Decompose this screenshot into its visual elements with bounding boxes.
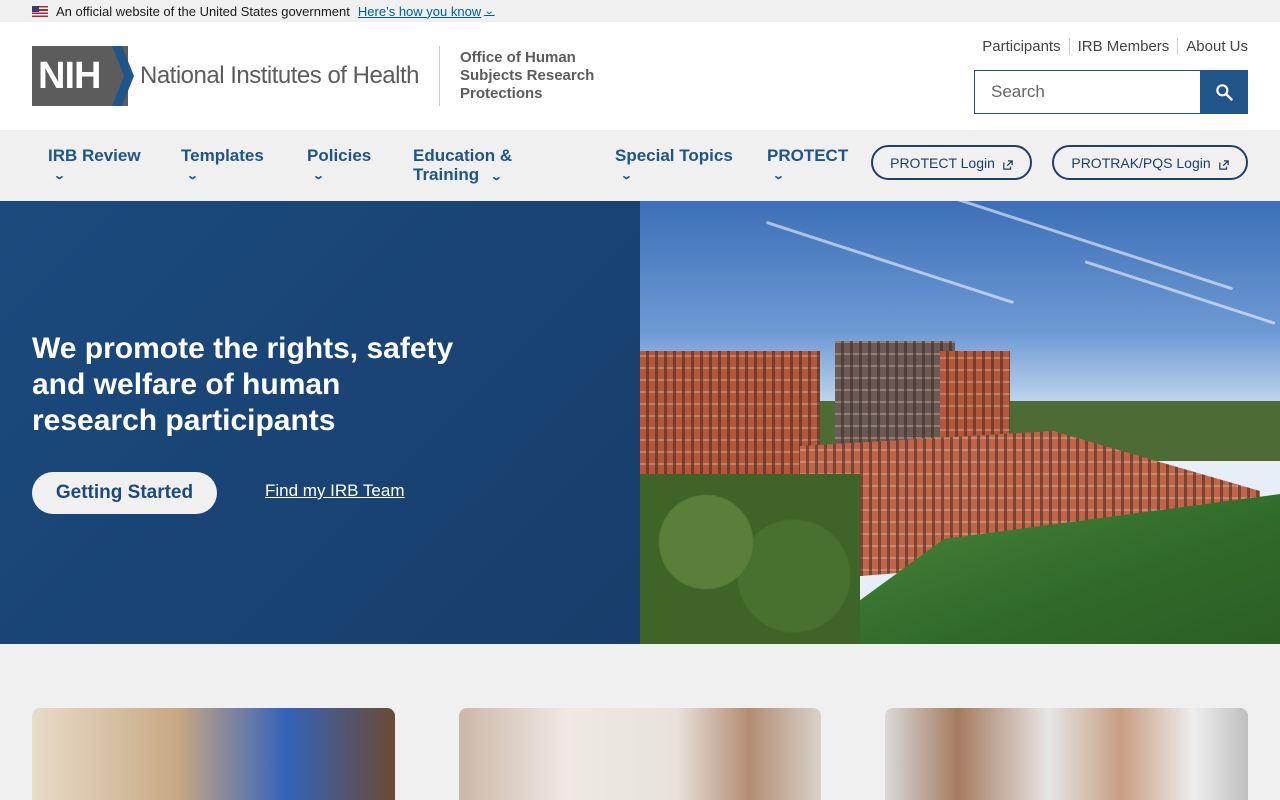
- site-header: NIH National Institutes of Health Office…: [0, 22, 1280, 130]
- external-link-icon: [1003, 159, 1013, 170]
- nih-logo-mark: NIH: [32, 46, 134, 106]
- search-form: [974, 70, 1248, 114]
- search-input[interactable]: [974, 70, 1200, 114]
- search-icon: [1216, 84, 1233, 101]
- chevron-down-icon: ⌄: [620, 170, 633, 182]
- foreground-trees: [640, 474, 860, 644]
- utility-nav: Participants IRB Members About Us: [974, 38, 1248, 55]
- external-link-icon: [1218, 159, 1229, 170]
- gov-banner-text: An official website of the United States…: [56, 3, 350, 19]
- nav-label: Special Topics: [615, 146, 733, 165]
- nav-special-topics[interactable]: Special Topics ⌄: [615, 146, 733, 186]
- utility-link-about-us[interactable]: About Us: [1177, 38, 1248, 55]
- nav-label: Templates: [181, 146, 264, 165]
- protrak-login-label: PROTRAK/PQS Login: [1071, 154, 1211, 171]
- chevron-down-icon: ⌄: [772, 170, 785, 182]
- card-image-classroom[interactable]: [32, 708, 395, 800]
- nav-label: IRB Review: [48, 146, 141, 165]
- nav-education-training[interactable]: Education & Training ⌄: [413, 146, 543, 187]
- hero-section: We promote the rights, safety and welfar…: [0, 201, 1280, 644]
- chevron-down-icon: ⌄: [53, 170, 66, 182]
- chevron-down-icon: ⌄: [186, 170, 199, 182]
- nav-templates[interactable]: Templates ⌄: [181, 146, 264, 186]
- chevron-down-icon: ⌄: [312, 170, 325, 182]
- protrak-login-button[interactable]: PROTRAK/PQS Login: [1052, 145, 1248, 180]
- nav-policies[interactable]: Policies ⌄: [307, 146, 371, 186]
- nih-chevron-shape: [112, 46, 134, 106]
- office-name: Office of Human Subjects Research Protec…: [460, 49, 595, 102]
- nih-logo-abbrev: NIH: [38, 54, 101, 97]
- protect-login-label: PROTECT Login: [890, 154, 995, 171]
- chevron-down-icon: ⌄: [483, 5, 495, 17]
- cloud-shape: [765, 220, 1015, 305]
- nav-label: Policies: [307, 146, 372, 165]
- find-irb-team-link[interactable]: Find my IRB Team: [265, 481, 405, 501]
- card-image-lab[interactable]: [459, 708, 821, 800]
- logo-divider: [439, 46, 440, 106]
- how-you-know-label: Here’s how you know: [357, 3, 482, 19]
- hero-content: We promote the rights, safety and welfar…: [0, 201, 640, 644]
- nav-irb-review[interactable]: IRB Review ⌄: [48, 146, 141, 186]
- search-button[interactable]: [1200, 70, 1248, 114]
- utility-link-participants[interactable]: Participants: [974, 38, 1068, 55]
- hero-image: [640, 201, 1280, 644]
- cloud-shape: [946, 201, 1234, 291]
- nav-label: PROTECT: [767, 146, 849, 165]
- us-flag-icon: [32, 5, 48, 17]
- nav-protect[interactable]: PROTECT ⌄: [767, 146, 848, 186]
- protect-login-button[interactable]: PROTECT Login: [871, 145, 1032, 180]
- main-nav: IRB Review ⌄ Templates ⌄ Policies ⌄ Educ…: [0, 130, 1280, 201]
- getting-started-button[interactable]: Getting Started: [32, 472, 217, 514]
- how-you-know-link[interactable]: Here’s how you know ⌄: [357, 3, 495, 19]
- utility-link-irb-members[interactable]: IRB Members: [1068, 38, 1178, 55]
- gov-banner: An official website of the United States…: [0, 0, 1280, 22]
- feature-cards: [0, 708, 1280, 800]
- chevron-down-icon: ⌄: [489, 171, 503, 183]
- site-logo[interactable]: NIH National Institutes of Health Office…: [32, 46, 610, 106]
- nih-logo-name: National Institutes of Health: [140, 62, 420, 89]
- card-image-meeting[interactable]: [885, 708, 1248, 800]
- hero-title: We promote the rights, safety and welfar…: [32, 332, 454, 437]
